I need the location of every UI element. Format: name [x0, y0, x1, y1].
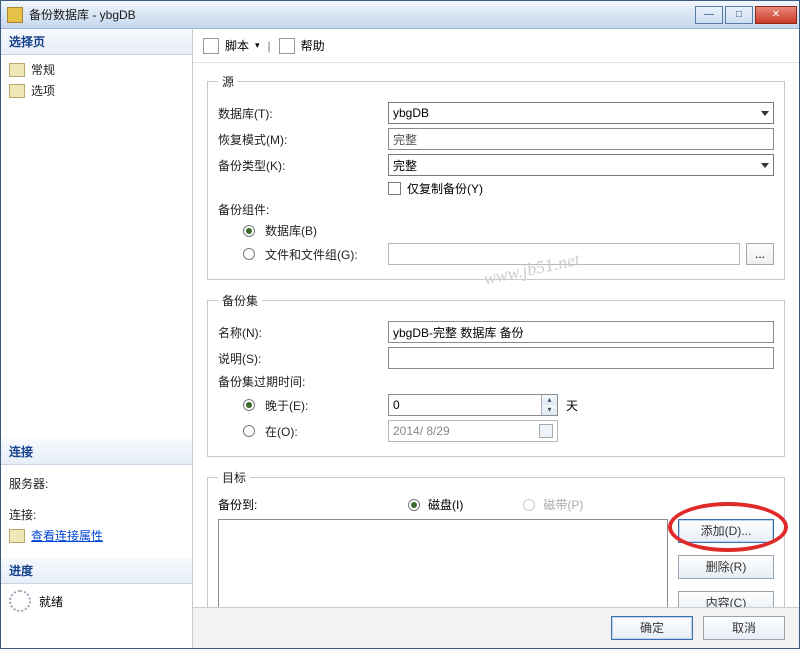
titlebar[interactable]: 备份数据库 - ybgDB — □ ✕ [1, 1, 799, 29]
desc-label: 说明(S): [218, 350, 388, 367]
calendar-icon [539, 424, 553, 438]
window-buttons: — □ ✕ [693, 6, 797, 24]
script-icon [203, 38, 219, 54]
copy-only-checkbox[interactable]: 仅复制备份(Y) [388, 180, 483, 197]
backup-to-label: 备份到: [218, 496, 298, 513]
page-icon [9, 63, 25, 77]
nav-label: 常规 [31, 61, 55, 78]
backupset-legend: 备份集 [218, 292, 262, 309]
db-label: 数据库(T): [218, 105, 388, 122]
backup-type-value: 完整 [393, 157, 417, 174]
filegroup-browse-button[interactable]: ... [746, 243, 774, 265]
main: 脚本 ▾ | 帮助 www.jb51.net 源 数据库(T): ybgDB [193, 29, 799, 648]
days-label: 天 [566, 397, 578, 414]
expire-days-value: 0 [389, 398, 541, 412]
footer: 确定 取消 [193, 607, 799, 648]
radio-icon [243, 225, 255, 237]
expire-days-spinner[interactable]: 0 ▴▾ [388, 394, 558, 416]
filegroup-input[interactable] [388, 243, 740, 265]
progress-icon [9, 590, 31, 612]
toolbar: 脚本 ▾ | 帮助 [193, 29, 799, 63]
checkbox-icon [388, 182, 401, 195]
expire-after-radio[interactable]: 晚于(E): [243, 397, 388, 414]
conn-label: 连接: [9, 506, 36, 523]
view-connection-props-link[interactable]: 查看连接属性 [31, 527, 103, 544]
page-icon [9, 84, 25, 98]
server-label: 服务器: [9, 475, 48, 492]
select-page-head: 选择页 [1, 29, 192, 55]
minimize-button[interactable]: — [695, 6, 723, 24]
body: 选择页 常规 选项 连接 服务器: 连接: [1, 29, 799, 648]
destination-list[interactable] [218, 519, 668, 607]
destination-group: 目标 备份到: 磁盘(I) 磁带(P) [207, 469, 785, 607]
connect-panel: 服务器: 连接: 查看连接属性 [1, 465, 192, 550]
window: 备份数据库 - ybgDB — □ ✕ 选择页 常规 选项 连接 [0, 0, 800, 649]
expire-label: 备份集过期时间: [218, 373, 388, 390]
nav-options[interactable]: 选项 [9, 80, 184, 101]
type-label: 备份类型(K): [218, 157, 388, 174]
progress-panel: 就绪 [1, 584, 192, 618]
destination-legend: 目标 [218, 469, 250, 486]
radio-icon [243, 248, 255, 260]
component-db-radio[interactable]: 数据库(B) [243, 222, 388, 239]
expire-date-value: 2014/ 8/29 [393, 424, 450, 438]
dest-tape-radio: 磁带(P) [523, 496, 583, 513]
chevron-down-icon [761, 163, 769, 168]
expire-date-picker[interactable]: 2014/ 8/29 [388, 420, 558, 442]
recovery-mode-field [388, 128, 774, 150]
contents-button[interactable]: 内容(C) [678, 591, 774, 607]
nav-label: 选项 [31, 82, 55, 99]
connect-head: 连接 [1, 439, 192, 465]
maximize-button[interactable]: □ [725, 6, 753, 24]
sidebar: 选择页 常规 选项 连接 服务器: 连接: [1, 29, 193, 648]
progress-status: 就绪 [39, 593, 63, 610]
source-legend: 源 [218, 73, 238, 90]
radio-icon [243, 425, 255, 437]
recovery-label: 恢复模式(M): [218, 131, 388, 148]
help-button[interactable]: 帮助 [301, 37, 325, 54]
database-select[interactable]: ybgDB [388, 102, 774, 124]
backupset-group: 备份集 名称(N): 说明(S): 备份集过期时间: [207, 292, 785, 457]
spin-down-icon[interactable]: ▾ [541, 405, 557, 415]
app-icon [7, 7, 23, 23]
source-group: 源 数据库(T): ybgDB 恢复模式(M): [207, 73, 785, 280]
backup-name-input[interactable] [388, 321, 774, 343]
radio-icon [408, 499, 420, 511]
backup-desc-input[interactable] [388, 347, 774, 369]
database-value: ybgDB [393, 106, 429, 120]
close-button[interactable]: ✕ [755, 6, 797, 24]
script-button[interactable]: 脚本 [225, 37, 249, 54]
nav-list: 常规 选项 [1, 55, 192, 105]
chevron-down-icon [761, 111, 769, 116]
add-button[interactable]: 添加(D)... [678, 519, 774, 543]
copy-only-label: 仅复制备份(Y) [407, 180, 483, 197]
name-label: 名称(N): [218, 324, 388, 341]
help-icon [279, 38, 295, 54]
spin-up-icon[interactable]: ▴ [541, 395, 557, 405]
content: www.jb51.net 源 数据库(T): ybgDB 恢复模式( [193, 63, 799, 607]
backup-type-select[interactable]: 完整 [388, 154, 774, 176]
ok-button[interactable]: 确定 [611, 616, 693, 640]
link-icon [9, 529, 25, 543]
progress-head: 进度 [1, 558, 192, 584]
expire-on-radio[interactable]: 在(O): [243, 423, 388, 440]
nav-general[interactable]: 常规 [9, 59, 184, 80]
radio-icon [523, 499, 535, 511]
window-title: 备份数据库 - ybgDB [29, 6, 693, 23]
component-fg-radio[interactable]: 文件和文件组(G): [243, 246, 388, 263]
dest-disk-radio[interactable]: 磁盘(I) [408, 496, 463, 513]
cancel-button[interactable]: 取消 [703, 616, 785, 640]
component-label: 备份组件: [218, 201, 388, 218]
radio-icon [243, 399, 255, 411]
remove-button[interactable]: 删除(R) [678, 555, 774, 579]
